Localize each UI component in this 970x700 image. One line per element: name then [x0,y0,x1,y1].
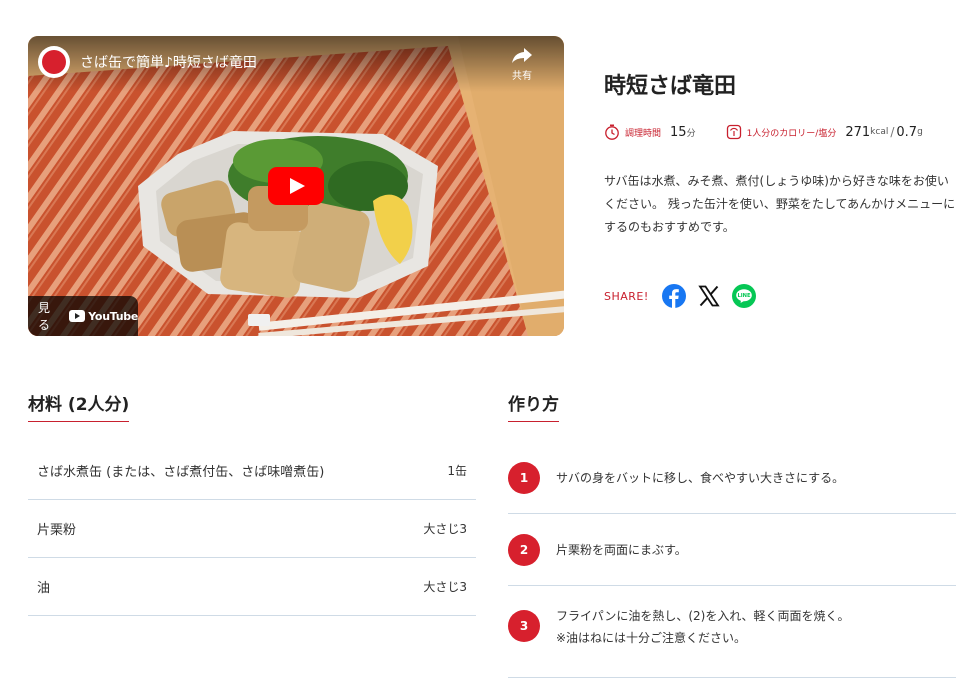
step-number: 1 [508,462,540,494]
step-instruction: フライパンに油を熱し、(2)を入れ、軽く両面を焼く。 [556,609,850,623]
youtube-logo: YouTube [69,310,138,323]
step-item: 2 片栗粉を両面にまぶす。 [508,514,956,586]
calorie-value: 271 [845,124,871,140]
youtube-icon [69,310,86,322]
ingredients-heading: 材料 (2人分) [28,390,130,422]
line-icon[interactable]: LINE [731,284,756,308]
share-label: SHARE! [604,289,649,303]
step-item: 1 サバの身をバットに移し、食べやすい大きさにする。 [508,442,956,514]
recipe-description: サバ缶は水煮、みそ煮、煮付(しょうゆ味)から好きな味をお使いください。 残った缶… [604,174,956,234]
step-instruction: 片栗粉を両面にまぶす。 [556,543,687,557]
step-number: 3 [508,610,540,642]
share-arrow-icon [512,48,532,63]
share-row: SHARE! LINE [604,284,767,308]
cook-time-unit: 分 [686,128,696,139]
ingredient-name: 油 [37,581,51,596]
clock-icon [605,124,619,140]
x-icon[interactable] [697,284,721,308]
video-share-button[interactable]: 共有 [502,46,542,82]
ingredient-amount: 大さじ3 [423,580,467,594]
svg-text:LINE: LINE [737,293,751,299]
step-note: ※油はねには十分ご注意ください。 [556,631,747,645]
salt-unit: g [917,127,923,137]
step-instruction: サバの身をバットに移し、食べやすい大きさにする。 [556,471,845,485]
play-button[interactable] [268,167,324,205]
ingredient-amount: 大さじ3 [423,522,467,536]
step-text: フライパンに油を熱し、(2)を入れ、軽く両面を焼く。 ※油はねには十分ご注意くだ… [556,605,849,649]
video-share-label: 共有 [512,71,532,82]
video-player[interactable]: さば缶で簡単♪時短さば竜田 共有 見る YouTube [28,36,564,336]
recipe-meta: 調理時間 15 分 1人分のカロリー/塩分 271 kcal / 0.7 g [604,122,923,142]
step-text: サバの身をバットに移し、食べやすい大きさにする。 [556,467,844,489]
salt-value: 0.7 [896,124,918,140]
ingredient-name: さば水煮缶 (または、さば煮付缶、さば味噌煮缶) [37,465,325,480]
step-text: 片栗粉を両面にまぶす。 [556,539,687,561]
ingredient-row: 油 大さじ3 [28,558,476,616]
calorie-unit: kcal [870,127,889,137]
ingredient-name: 片栗粉 [37,523,77,538]
cook-time-label: 調理時間 [625,128,662,139]
ingredient-row: さば水煮缶 (または、さば煮付缶、さば味噌煮缶) 1缶 [28,442,476,500]
facebook-icon[interactable] [661,284,686,308]
watch-label: 見る [38,301,51,332]
ingredients-list: さば水煮缶 (または、さば煮付缶、さば味噌煮缶) 1缶 片栗粉 大さじ3 油 大… [28,442,476,616]
video-title[interactable]: さば缶で簡単♪時短さば竜田 [80,52,257,72]
recipe-title: 時短さば竜田 [604,74,737,99]
channel-logo[interactable] [38,46,70,78]
scale-icon [726,124,741,140]
ingredient-amount: 1缶 [447,464,467,478]
steps-list: 1 サバの身をバットに移し、食べやすい大きさにする。 2 片栗粉を両面にまぶす。… [508,442,956,678]
watch-on-youtube-button[interactable]: 見る YouTube [28,296,138,336]
ingredient-row: 片栗粉 大さじ3 [28,500,476,558]
cook-time-value: 15 [670,124,687,140]
step-item: 3 フライパンに油を熱し、(2)を入れ、軽く両面を焼く。 ※油はねには十分ご注意… [508,586,956,678]
calorie-label: 1人分のカロリー/塩分 [746,128,837,139]
youtube-label: YouTube [88,309,138,323]
steps-heading: 作り方 [508,390,559,422]
step-number: 2 [508,534,540,566]
